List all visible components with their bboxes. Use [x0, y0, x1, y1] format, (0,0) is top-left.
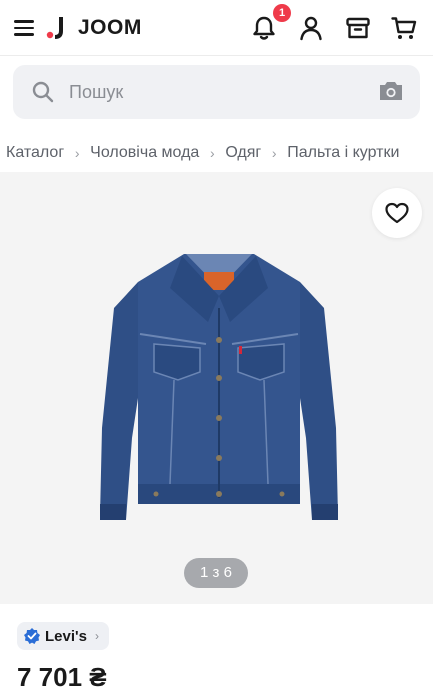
chevron-right-icon: › [271, 145, 277, 161]
cart-icon[interactable] [390, 14, 418, 42]
breadcrumb: Каталог › Чоловіча мода › Одяг › Пальта … [6, 144, 399, 162]
brand-chip[interactable]: Levi's › [17, 622, 109, 650]
verified-icon [24, 628, 40, 644]
menu-icon[interactable] [12, 16, 36, 40]
breadcrumb-item-coats-jackets[interactable]: Пальта і куртки [287, 144, 399, 162]
search-input[interactable] [69, 79, 369, 105]
favorite-button[interactable] [372, 188, 422, 238]
product-price: 7 701 ₴ [17, 662, 107, 692]
breadcrumb-item-catalog[interactable]: Каталог [6, 144, 64, 162]
heart-icon [385, 202, 409, 224]
brand-name: JOOM [78, 16, 142, 39]
notification-badge: 1 [273, 4, 291, 22]
chevron-right-icon: › [209, 145, 215, 161]
breadcrumb-item-mens-fashion[interactable]: Чоловіча мода [90, 144, 199, 162]
chevron-right-icon: › [74, 145, 80, 161]
top-header: JOOM 1 [0, 0, 433, 56]
user-icon[interactable] [297, 14, 325, 42]
joom-logo-mark [46, 17, 63, 39]
gallery-page-indicator: 1 з 6 [184, 558, 248, 588]
archive-box-icon[interactable] [344, 14, 372, 42]
product-image[interactable] [96, 248, 342, 530]
camera-icon[interactable] [378, 79, 404, 103]
chevron-right-icon: › [94, 629, 99, 643]
search-icon[interactable] [31, 80, 55, 104]
brand-name-label: Levi's [45, 627, 87, 645]
breadcrumb-item-clothing[interactable]: Одяг [225, 144, 261, 162]
search-bar[interactable] [13, 65, 420, 119]
joom-logo[interactable]: JOOM [46, 15, 142, 41]
